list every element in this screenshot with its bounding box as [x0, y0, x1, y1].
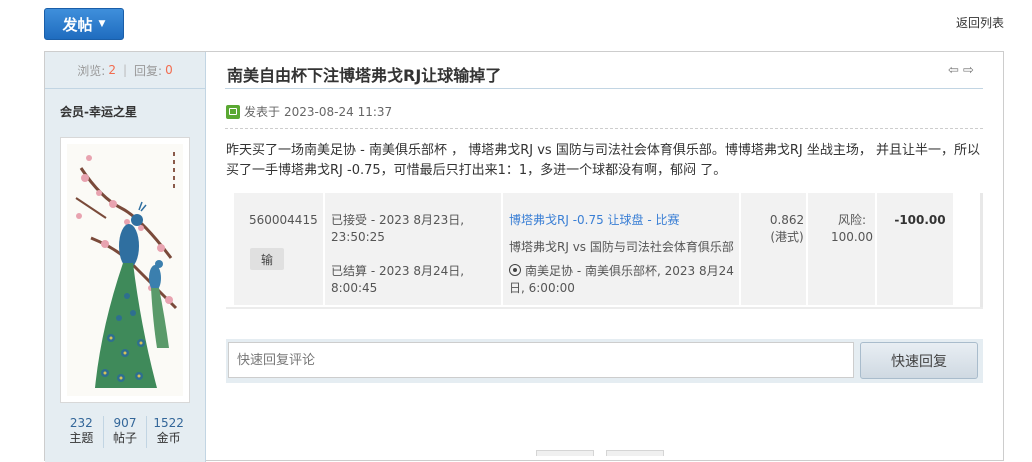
- bet-risk-value: 100.00: [831, 230, 873, 244]
- post-button-label: 发帖: [62, 15, 93, 34]
- thread-stats: 浏览: 2 | 回复: 0: [45, 52, 205, 89]
- post-meta: 发表于 2023-08-24 11:37: [226, 103, 392, 120]
- bet-slip-shadow: [980, 193, 983, 309]
- replies-label: 回复:: [134, 63, 163, 78]
- posted-label: 发表于: [244, 105, 281, 119]
- views-count: 2: [108, 63, 116, 77]
- avatar[interactable]: [60, 137, 190, 403]
- soccer-ball-icon: [509, 264, 521, 276]
- caret-down-icon: ▼: [98, 19, 106, 29]
- stat-coins-value: 1522: [153, 416, 184, 430]
- stats-divider: |: [122, 63, 128, 77]
- meta-divider: [225, 128, 983, 129]
- bet-risk: 风险: 100.00: [826, 212, 878, 246]
- bet-settled-time: 已结算 - 2023 8月24日, 8:00:45: [331, 264, 465, 295]
- post-button[interactable]: 发帖 ▼: [44, 8, 124, 40]
- bet-odds-value: 0.862: [769, 213, 805, 227]
- stat-threads-label: 主题: [69, 431, 94, 445]
- author-username[interactable]: 会员-幸运之星: [60, 103, 137, 120]
- footer-button-right[interactable]: [606, 450, 664, 456]
- thread-title: 南美自由杯下注博塔弗戈RJ让球输掉了: [227, 66, 502, 85]
- stat-posts[interactable]: 907 帖子: [102, 416, 147, 448]
- post-body: 昨天买了一场南美足协 - 南美俱乐部杯 ， 博塔弗戈RJ vs 国防与司法社会体…: [226, 143, 980, 178]
- post-author-icon: [226, 104, 240, 119]
- back-to-list-link[interactable]: 返回列表: [956, 14, 1004, 31]
- bet-status-badge: 输: [250, 248, 284, 270]
- bet-id: 560004415: [249, 213, 318, 227]
- bet-result: -100.00: [894, 213, 946, 227]
- quick-reply-button[interactable]: 快速回复: [860, 342, 978, 379]
- thread-nav: ⇦ ⇨: [948, 63, 974, 78]
- stat-coins[interactable]: 1522 金币: [146, 416, 190, 448]
- footer-button-left[interactable]: [536, 450, 594, 456]
- stat-threads-value: 232: [69, 416, 93, 430]
- author-stats: 232 主题 907 帖子 1522 金币: [60, 416, 190, 448]
- bet-market[interactable]: 博塔弗戈RJ -0.75 让球盘 - 比赛: [509, 212, 680, 229]
- next-thread-icon[interactable]: ⇨: [963, 63, 974, 78]
- replies-count: 0: [165, 63, 173, 77]
- bet-odds-type: (港式): [770, 230, 804, 244]
- bet-col-risk: [808, 193, 875, 305]
- title-divider: [225, 88, 983, 89]
- posted-time: 2023-08-24 11:37: [284, 104, 393, 119]
- bet-event-text: 南美足协 - 南美俱乐部杯, 2023 8月24日, 6:00:00: [509, 264, 734, 295]
- peacock-painting-icon: [67, 144, 183, 396]
- stat-posts-label: 帖子: [113, 431, 138, 445]
- bet-col-result: [877, 193, 953, 305]
- bet-col-odds: [741, 193, 806, 305]
- prev-thread-icon[interactable]: ⇦: [948, 63, 959, 78]
- stat-coins-label: 金币: [156, 431, 181, 445]
- stat-posts-value: 907: [113, 416, 137, 430]
- quick-reply-input[interactable]: [228, 342, 854, 378]
- stat-threads[interactable]: 232 主题: [60, 416, 103, 448]
- bet-risk-label: 风险:: [837, 213, 867, 227]
- bet-accepted-time: 已接受 - 2023 8月23日, 23:50:25: [331, 213, 465, 244]
- bet-slip-bottom-edge: [226, 307, 983, 309]
- bet-event: 南美足协 - 南美俱乐部杯, 2023 8月24日, 6:00:00: [509, 263, 739, 297]
- bet-teams: 博塔弗戈RJ vs 国防与司法社会体育俱乐部: [509, 240, 734, 254]
- views-label: 浏览:: [77, 63, 106, 78]
- bet-odds: 0.862 (港式): [762, 212, 812, 246]
